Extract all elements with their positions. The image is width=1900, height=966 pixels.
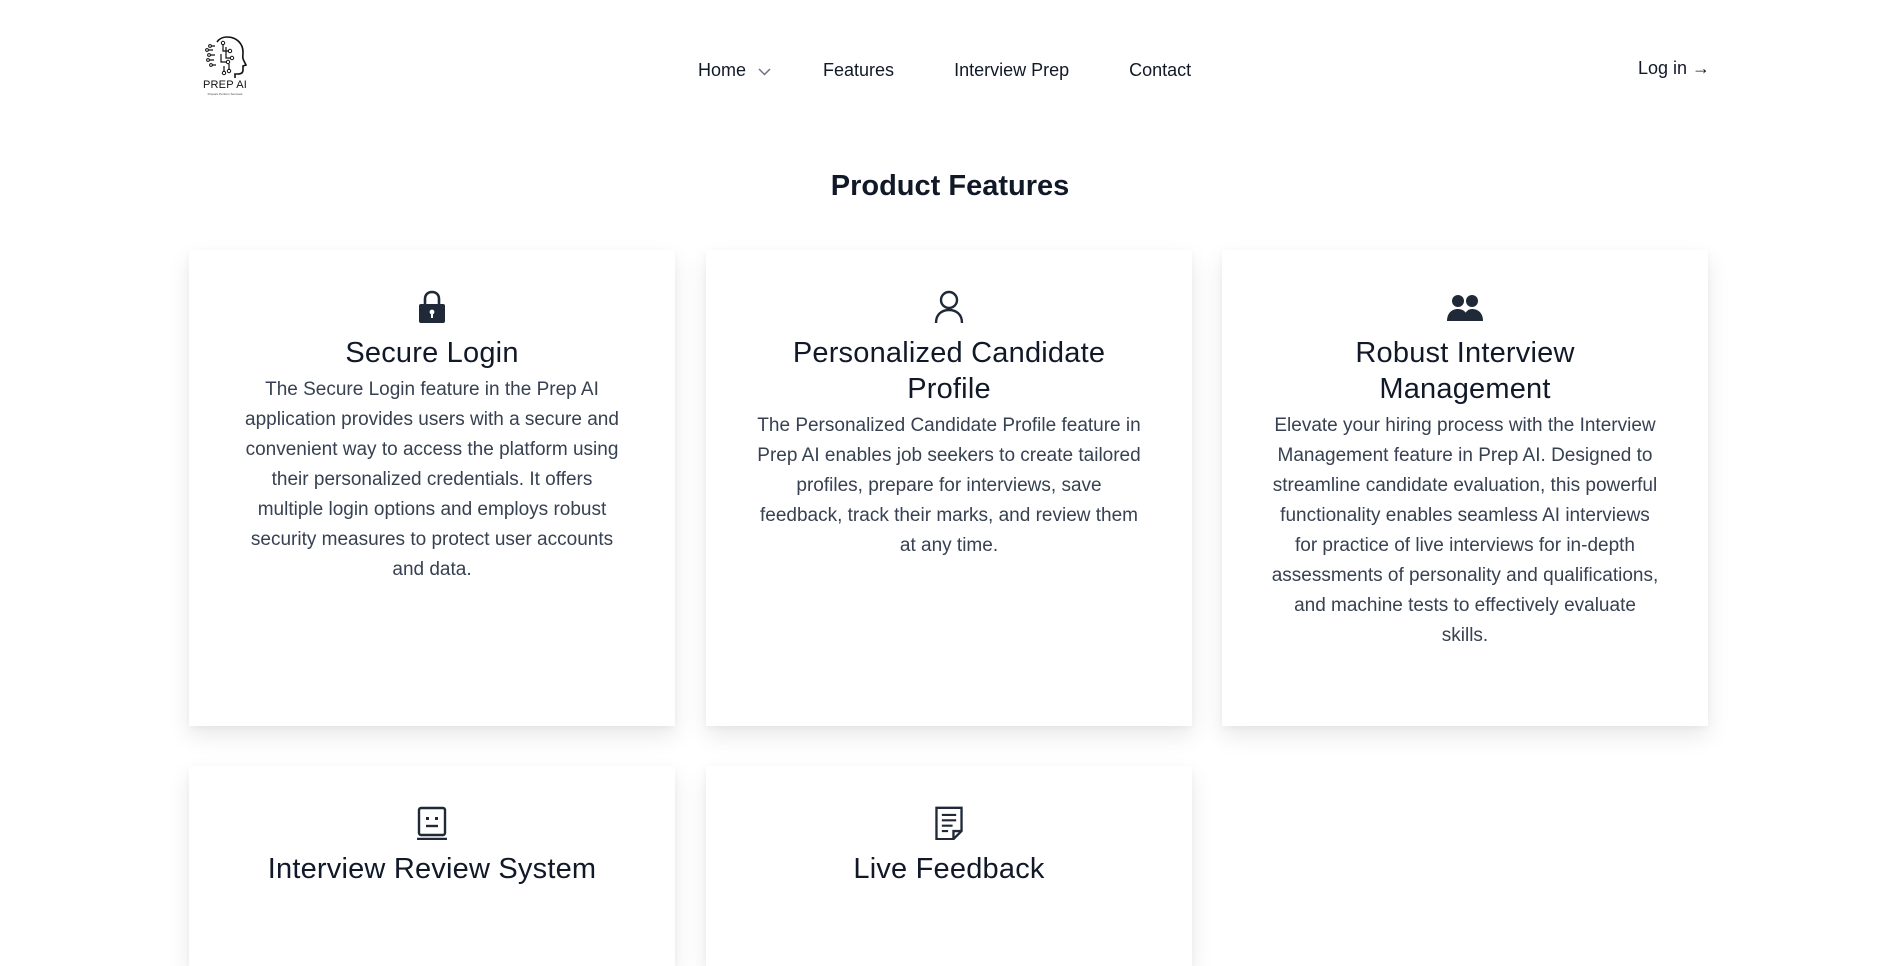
feature-title: Personalized Candidate Profile (792, 337, 1106, 405)
page-title: Product Features (830, 170, 1070, 202)
user-icon (934, 290, 964, 324)
nav-item-home-label: Home (698, 59, 747, 80)
feature-description: Elevate your hiring process with the Int… (1271, 415, 1659, 646)
nav-item-features[interactable]: Features (823, 60, 894, 81)
site-header: PREP AI Prepare Perform Succeed Home Fea… (0, 0, 1900, 141)
nav-item-contact[interactable]: Contact (1129, 60, 1191, 81)
feature-card-secure-login: Secure Login The Secure Login feature in… (189, 250, 675, 726)
feature-title: Robust Interview Management (1355, 337, 1575, 405)
brand-tagline: Prepare Perform Succeed (207, 92, 243, 96)
feature-card-interview-review: Interview Review System (189, 766, 675, 966)
main-nav: Home Features Interview Prep Contact (698, 58, 1191, 82)
chevron-down-icon (758, 60, 771, 81)
face-screen-icon (417, 806, 447, 840)
feature-description: The Personalized Candidate Profile featu… (757, 415, 1141, 556)
feature-title: Live Feedback (853, 853, 1045, 885)
feature-card-live-feedback: Live Feedback (706, 766, 1192, 966)
feature-title: Interview Review System (267, 853, 597, 885)
users-icon (1447, 295, 1483, 321)
nav-item-home[interactable]: Home (698, 60, 771, 81)
lock-icon (419, 290, 445, 323)
feature-description: The Secure Login feature in the Prep AI … (245, 379, 619, 580)
feature-card-interview-management: Robust Interview Management Elevate your… (1222, 250, 1708, 726)
nav-item-interview-prep[interactable]: Interview Prep (954, 60, 1069, 81)
ai-head-icon (205, 36, 248, 78)
brand-logo[interactable]: PREP AI Prepare Perform Succeed (199, 34, 251, 108)
login-link[interactable]: Log in → (1638, 58, 1710, 79)
feature-title: Secure Login (345, 337, 519, 369)
feature-card-candidate-profile: Personalized Candidate Profile The Perso… (706, 250, 1192, 726)
document-icon (935, 806, 963, 840)
brand-name: PREP AI (203, 79, 247, 91)
